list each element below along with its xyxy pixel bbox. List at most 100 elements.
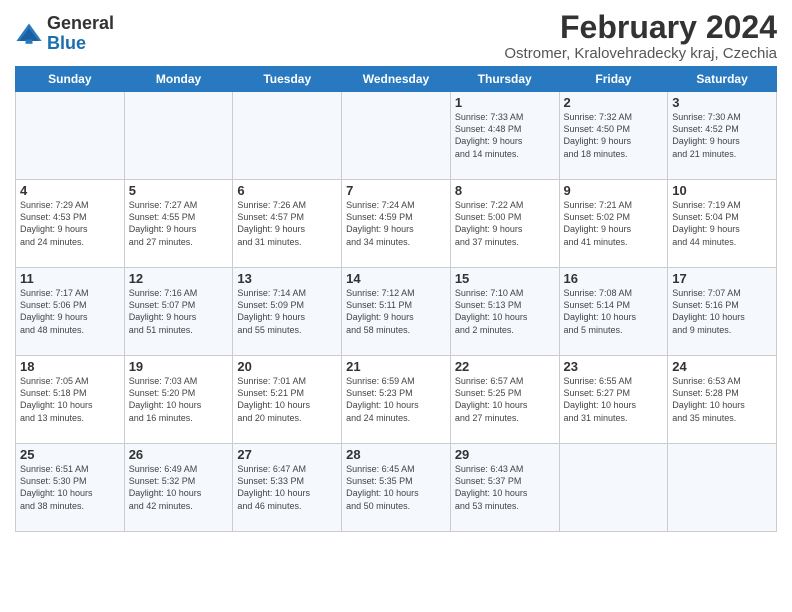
cell-info: Sunrise: 7:26 AM Sunset: 4:57 PM Dayligh… [237,199,337,248]
cell-info: Sunrise: 7:22 AM Sunset: 5:00 PM Dayligh… [455,199,555,248]
date-number: 2 [564,95,664,110]
calendar-cell: 17Sunrise: 7:07 AM Sunset: 5:16 PM Dayli… [668,268,777,356]
day-header-saturday: Saturday [668,67,777,92]
cell-info: Sunrise: 7:19 AM Sunset: 5:04 PM Dayligh… [672,199,772,248]
date-number: 14 [346,271,446,286]
date-number: 4 [20,183,120,198]
date-number: 19 [129,359,229,374]
page-container: General Blue February 2024 Ostromer, Kra… [0,0,792,540]
calendar-cell: 15Sunrise: 7:10 AM Sunset: 5:13 PM Dayli… [450,268,559,356]
calendar-cell: 2Sunrise: 7:32 AM Sunset: 4:50 PM Daylig… [559,92,668,180]
date-number: 12 [129,271,229,286]
cell-info: Sunrise: 7:03 AM Sunset: 5:20 PM Dayligh… [129,375,229,424]
calendar-cell: 22Sunrise: 6:57 AM Sunset: 5:25 PM Dayli… [450,356,559,444]
date-number: 28 [346,447,446,462]
cell-info: Sunrise: 7:33 AM Sunset: 4:48 PM Dayligh… [455,111,555,160]
date-number: 25 [20,447,120,462]
calendar-cell: 10Sunrise: 7:19 AM Sunset: 5:04 PM Dayli… [668,180,777,268]
date-number: 17 [672,271,772,286]
date-number: 6 [237,183,337,198]
logo: General Blue [15,14,114,54]
cell-info: Sunrise: 7:01 AM Sunset: 5:21 PM Dayligh… [237,375,337,424]
calendar-cell: 8Sunrise: 7:22 AM Sunset: 5:00 PM Daylig… [450,180,559,268]
cell-info: Sunrise: 7:07 AM Sunset: 5:16 PM Dayligh… [672,287,772,336]
calendar-cell: 27Sunrise: 6:47 AM Sunset: 5:33 PM Dayli… [233,444,342,532]
cell-info: Sunrise: 7:16 AM Sunset: 5:07 PM Dayligh… [129,287,229,336]
calendar-cell: 29Sunrise: 6:43 AM Sunset: 5:37 PM Dayli… [450,444,559,532]
title-block: February 2024 Ostromer, Kralovehradecky … [504,10,777,62]
cell-info: Sunrise: 7:21 AM Sunset: 5:02 PM Dayligh… [564,199,664,248]
cell-info: Sunrise: 7:27 AM Sunset: 4:55 PM Dayligh… [129,199,229,248]
cell-info: Sunrise: 6:43 AM Sunset: 5:37 PM Dayligh… [455,463,555,512]
date-number: 18 [20,359,120,374]
date-number: 22 [455,359,555,374]
calendar-cell: 9Sunrise: 7:21 AM Sunset: 5:02 PM Daylig… [559,180,668,268]
calendar-cell [668,444,777,532]
cell-info: Sunrise: 7:30 AM Sunset: 4:52 PM Dayligh… [672,111,772,160]
calendar-cell: 13Sunrise: 7:14 AM Sunset: 5:09 PM Dayli… [233,268,342,356]
cell-info: Sunrise: 7:29 AM Sunset: 4:53 PM Dayligh… [20,199,120,248]
cell-info: Sunrise: 6:51 AM Sunset: 5:30 PM Dayligh… [20,463,120,512]
calendar-table: SundayMondayTuesdayWednesdayThursdayFrid… [15,66,777,532]
calendar-cell: 19Sunrise: 7:03 AM Sunset: 5:20 PM Dayli… [124,356,233,444]
cell-info: Sunrise: 7:05 AM Sunset: 5:18 PM Dayligh… [20,375,120,424]
calendar-cell: 18Sunrise: 7:05 AM Sunset: 5:18 PM Dayli… [16,356,125,444]
logo-text: General Blue [47,14,114,54]
calendar-cell: 12Sunrise: 7:16 AM Sunset: 5:07 PM Dayli… [124,268,233,356]
day-header-monday: Monday [124,67,233,92]
calendar-cell: 23Sunrise: 6:55 AM Sunset: 5:27 PM Dayli… [559,356,668,444]
date-number: 7 [346,183,446,198]
date-number: 9 [564,183,664,198]
cell-info: Sunrise: 7:17 AM Sunset: 5:06 PM Dayligh… [20,287,120,336]
date-number: 11 [20,271,120,286]
cell-info: Sunrise: 6:49 AM Sunset: 5:32 PM Dayligh… [129,463,229,512]
date-number: 24 [672,359,772,374]
date-number: 8 [455,183,555,198]
day-header-thursday: Thursday [450,67,559,92]
calendar-cell: 4Sunrise: 7:29 AM Sunset: 4:53 PM Daylig… [16,180,125,268]
calendar-cell: 3Sunrise: 7:30 AM Sunset: 4:52 PM Daylig… [668,92,777,180]
calendar-cell: 1Sunrise: 7:33 AM Sunset: 4:48 PM Daylig… [450,92,559,180]
calendar-cell: 16Sunrise: 7:08 AM Sunset: 5:14 PM Dayli… [559,268,668,356]
calendar-cell: 21Sunrise: 6:59 AM Sunset: 5:23 PM Dayli… [342,356,451,444]
calendar-cell: 5Sunrise: 7:27 AM Sunset: 4:55 PM Daylig… [124,180,233,268]
date-number: 23 [564,359,664,374]
week-row-3: 11Sunrise: 7:17 AM Sunset: 5:06 PM Dayli… [16,268,777,356]
main-title: February 2024 [504,10,777,45]
cell-info: Sunrise: 6:53 AM Sunset: 5:28 PM Dayligh… [672,375,772,424]
cell-info: Sunrise: 6:47 AM Sunset: 5:33 PM Dayligh… [237,463,337,512]
cell-info: Sunrise: 7:08 AM Sunset: 5:14 PM Dayligh… [564,287,664,336]
calendar-cell: 20Sunrise: 7:01 AM Sunset: 5:21 PM Dayli… [233,356,342,444]
day-header-wednesday: Wednesday [342,67,451,92]
header: General Blue February 2024 Ostromer, Kra… [15,10,777,62]
cell-info: Sunrise: 7:32 AM Sunset: 4:50 PM Dayligh… [564,111,664,160]
date-number: 20 [237,359,337,374]
subtitle: Ostromer, Kralovehradecky kraj, Czechia [504,45,777,62]
calendar-cell [233,92,342,180]
logo-icon [15,20,43,48]
calendar-cell: 14Sunrise: 7:12 AM Sunset: 5:11 PM Dayli… [342,268,451,356]
day-header-row: SundayMondayTuesdayWednesdayThursdayFrid… [16,67,777,92]
calendar-cell: 28Sunrise: 6:45 AM Sunset: 5:35 PM Dayli… [342,444,451,532]
day-header-sunday: Sunday [16,67,125,92]
cell-info: Sunrise: 7:14 AM Sunset: 5:09 PM Dayligh… [237,287,337,336]
date-number: 10 [672,183,772,198]
calendar-cell [124,92,233,180]
date-number: 21 [346,359,446,374]
week-row-1: 1Sunrise: 7:33 AM Sunset: 4:48 PM Daylig… [16,92,777,180]
cell-info: Sunrise: 6:45 AM Sunset: 5:35 PM Dayligh… [346,463,446,512]
cell-info: Sunrise: 7:12 AM Sunset: 5:11 PM Dayligh… [346,287,446,336]
date-number: 3 [672,95,772,110]
logo-line2: Blue [47,33,86,53]
day-header-friday: Friday [559,67,668,92]
date-number: 5 [129,183,229,198]
week-row-2: 4Sunrise: 7:29 AM Sunset: 4:53 PM Daylig… [16,180,777,268]
date-number: 1 [455,95,555,110]
week-row-5: 25Sunrise: 6:51 AM Sunset: 5:30 PM Dayli… [16,444,777,532]
date-number: 29 [455,447,555,462]
calendar-cell: 11Sunrise: 7:17 AM Sunset: 5:06 PM Dayli… [16,268,125,356]
date-number: 13 [237,271,337,286]
cell-info: Sunrise: 6:57 AM Sunset: 5:25 PM Dayligh… [455,375,555,424]
day-header-tuesday: Tuesday [233,67,342,92]
cell-info: Sunrise: 6:55 AM Sunset: 5:27 PM Dayligh… [564,375,664,424]
